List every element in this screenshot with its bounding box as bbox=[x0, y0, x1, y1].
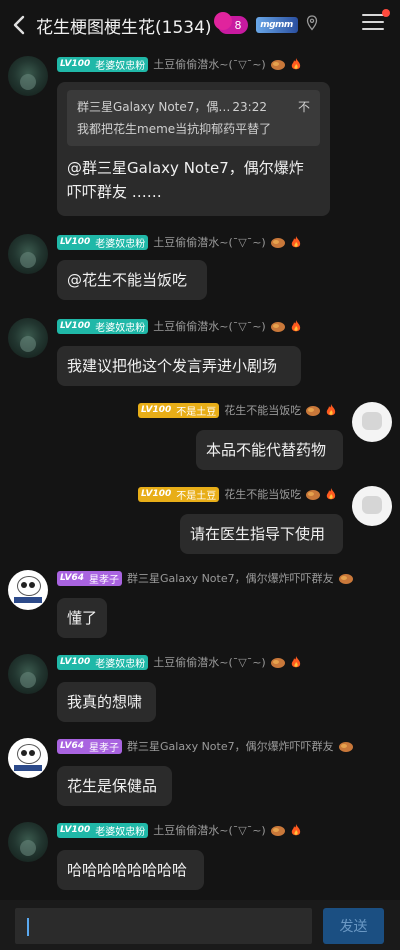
level-badge: LV100 不是土豆 bbox=[138, 402, 220, 418]
notification-dot-icon bbox=[382, 9, 390, 17]
sender-meta: LV100 老婆奴忠粉 土豆偷偷潜水~(¯▽¯~) bbox=[57, 318, 302, 334]
message-bubble[interactable]: 花生是保健品 bbox=[57, 766, 172, 806]
sender-meta: LV64 星孝子 群三星Galaxy Note7，偶尔爆炸吓吓群友 bbox=[57, 570, 354, 586]
fire-icon bbox=[325, 487, 337, 501]
location-pin-icon[interactable] bbox=[306, 15, 318, 35]
quoted-reply[interactable]: 群三星Galaxy Note7，偶… 23:22 不 我都把花生meme当抗抑郁药… bbox=[67, 90, 320, 146]
potato-icon bbox=[270, 236, 286, 249]
sender-meta: LV100 老婆奴忠粉 土豆偷偷潜水~(¯▽¯~) bbox=[57, 234, 302, 250]
level-badge: LV100 老婆奴忠粉 bbox=[57, 234, 149, 250]
sender-meta: LV100 老婆奴忠粉 土豆偷偷潜水~(¯▽¯~) bbox=[57, 822, 302, 838]
send-button[interactable]: 发送 bbox=[323, 908, 384, 944]
fire-icon bbox=[290, 655, 302, 669]
message-input[interactable] bbox=[15, 908, 312, 944]
sender-meta: LV100 不是土豆 花生不能当饭吃 bbox=[138, 486, 337, 502]
sender-name[interactable]: 土豆偷偷潜水~(¯▽¯~) bbox=[153, 822, 265, 838]
level-badge: LV64 星孝子 bbox=[57, 570, 122, 586]
back-button[interactable] bbox=[2, 0, 36, 50]
level-badge: LV100 老婆奴忠粉 bbox=[57, 822, 149, 838]
fire-icon bbox=[290, 57, 302, 71]
fire-icon bbox=[290, 319, 302, 333]
potato-icon bbox=[338, 740, 354, 753]
chevron-left-icon bbox=[13, 15, 25, 35]
text-caret bbox=[27, 918, 29, 936]
quote-time: 23:22 bbox=[232, 100, 267, 114]
fire-icon bbox=[325, 403, 337, 417]
fan-badge[interactable]: 8 bbox=[213, 12, 248, 34]
fire-icon bbox=[290, 235, 302, 249]
avatar[interactable] bbox=[8, 738, 48, 778]
message-bubble[interactable]: 哈哈哈哈哈哈哈哈 bbox=[57, 850, 204, 890]
avatar[interactable] bbox=[8, 56, 48, 96]
sender-name[interactable]: 土豆偷偷潜水~(¯▽¯~) bbox=[153, 234, 265, 250]
chat-title: 花生梗图梗生花(1534) bbox=[36, 17, 212, 38]
sender-name[interactable]: 群三星Galaxy Note7，偶尔爆炸吓吓群友 bbox=[127, 570, 334, 586]
potato-icon bbox=[270, 656, 286, 669]
avatar[interactable] bbox=[8, 234, 48, 274]
avatar[interactable] bbox=[8, 822, 48, 862]
sender-name[interactable]: 土豆偷偷潜水~(¯▽¯~) bbox=[153, 56, 265, 72]
quote-truncated-text: 不 bbox=[297, 100, 310, 114]
message-bubble[interactable]: @花生不能当饭吃 bbox=[57, 260, 207, 300]
menu-button[interactable] bbox=[362, 9, 390, 34]
sender-name[interactable]: 群三星Galaxy Note7，偶尔爆炸吓吓群友 bbox=[127, 738, 334, 754]
level-badge: LV100 老婆奴忠粉 bbox=[57, 654, 149, 670]
sender-meta: LV100 老婆奴忠粉 土豆偷偷潜水~(¯▽¯~) bbox=[57, 56, 302, 72]
sender-name[interactable]: 花生不能当饭吃 bbox=[224, 486, 301, 502]
avatar[interactable] bbox=[352, 486, 392, 526]
avatar[interactable] bbox=[8, 318, 48, 358]
level-badge: LV100 老婆奴忠粉 bbox=[57, 318, 149, 334]
chat-header: 花生梗图梗生花(1534) 8 mgmm bbox=[0, 0, 400, 50]
monster-badge-icon bbox=[213, 12, 232, 30]
input-bar: 发送 bbox=[0, 900, 400, 950]
group-logo-badge[interactable]: mgmm bbox=[255, 17, 298, 33]
message-bubble[interactable]: 我真的想啸 bbox=[57, 682, 156, 722]
level-badge: LV100 不是土豆 bbox=[138, 486, 220, 502]
message-bubble[interactable]: 群三星Galaxy Note7，偶… 23:22 不 我都把花生meme当抗抑郁药… bbox=[57, 82, 330, 216]
quote-text: 我都把花生meme当抗抑郁药平替了 bbox=[77, 122, 272, 136]
potato-icon bbox=[270, 824, 286, 837]
potato-icon bbox=[338, 572, 354, 585]
sender-meta: LV100 不是土豆 花生不能当饭吃 bbox=[138, 402, 337, 418]
potato-icon bbox=[305, 488, 321, 501]
message-bubble[interactable]: 本品不能代替药物 bbox=[196, 430, 343, 470]
level-badge: LV64 星孝子 bbox=[57, 738, 122, 754]
sender-name[interactable]: 土豆偷偷潜水~(¯▽¯~) bbox=[153, 654, 265, 670]
sender-name[interactable]: 花生不能当饭吃 bbox=[224, 402, 301, 418]
message-bubble[interactable]: 懂了 bbox=[57, 598, 107, 638]
level-badge: LV100 老婆奴忠粉 bbox=[57, 56, 149, 72]
sender-name[interactable]: 土豆偷偷潜水~(¯▽¯~) bbox=[153, 318, 265, 334]
sender-meta: LV100 老婆奴忠粉 土豆偷偷潜水~(¯▽¯~) bbox=[57, 654, 302, 670]
message-text-line: @群三星Galaxy Note7，偶尔爆炸 bbox=[67, 159, 304, 177]
avatar[interactable] bbox=[8, 654, 48, 694]
message-text-line: 吓吓群友 …… bbox=[67, 183, 162, 201]
message-bubble[interactable]: 我建议把他这个发言弄进小剧场 bbox=[57, 346, 301, 386]
avatar[interactable] bbox=[352, 402, 392, 442]
potato-icon bbox=[305, 404, 321, 417]
quote-title: 群三星Galaxy Note7，偶… bbox=[77, 100, 231, 114]
sender-meta: LV64 星孝子 群三星Galaxy Note7，偶尔爆炸吓吓群友 bbox=[57, 738, 354, 754]
message-bubble[interactable]: 请在医生指导下使用 bbox=[180, 514, 343, 554]
avatar[interactable] bbox=[8, 570, 48, 610]
fire-icon bbox=[290, 823, 302, 837]
potato-icon bbox=[270, 320, 286, 333]
potato-icon bbox=[270, 58, 286, 71]
fan-badge-count: 8 bbox=[234, 18, 242, 32]
